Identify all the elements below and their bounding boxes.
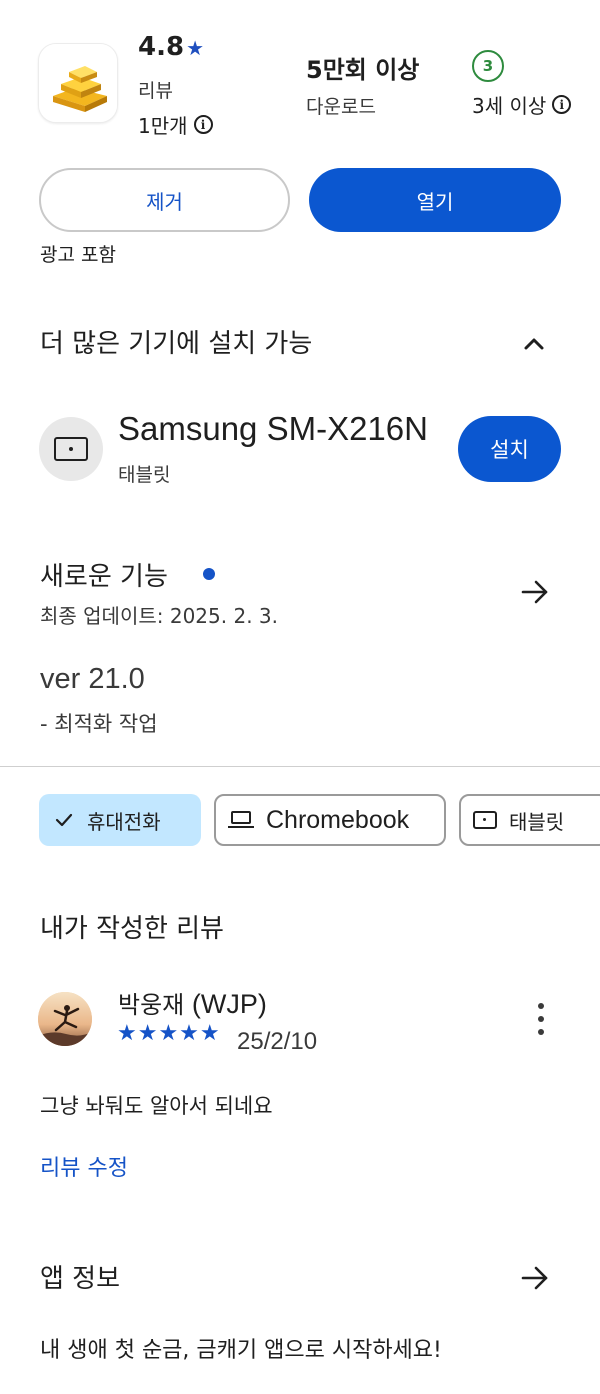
last-updated: 최종 업데이트: 2025. 2. 3. <box>40 604 278 628</box>
downloads-value: 5만회 이상 <box>306 56 420 84</box>
device-type: 태블릿 <box>118 464 171 486</box>
review-stars: ★★★★★ <box>117 1021 221 1046</box>
reviewer-name-korean: 박웅재 <box>118 991 185 1019</box>
rating-value: 4.8 <box>138 32 185 62</box>
reviews-count[interactable]: 1만개 i <box>138 110 213 139</box>
arrow-right-icon[interactable] <box>520 1265 550 1291</box>
install-button[interactable]: 설치 <box>458 416 561 482</box>
gold-bars-icon <box>39 44 117 122</box>
reviewer-name: 박웅재 (WJP) <box>118 985 267 1020</box>
downloads-label: 다운로드 <box>306 96 376 118</box>
version-text: ver 21.0 <box>40 663 145 695</box>
new-indicator-dot <box>203 568 215 580</box>
reviews-count-text: 1만개 <box>138 114 188 138</box>
more-options-icon[interactable] <box>532 1003 550 1035</box>
chip-phone[interactable]: 휴대전화 <box>39 794 201 846</box>
arrow-right-icon[interactable] <box>520 579 550 605</box>
info-icon[interactable]: i <box>552 95 572 114</box>
app-description: 내 생애 첫 순금, 금캐기 앱으로 시작하세요! <box>40 1338 442 1363</box>
age-rating-badge: 3 <box>472 50 504 82</box>
change-note: - 최적화 작업 <box>40 712 158 736</box>
age-rating[interactable]: 3세 이상 i <box>472 90 572 119</box>
chip-tablet[interactable]: 태블릿 <box>459 794 600 846</box>
open-button[interactable]: 열기 <box>309 168 561 232</box>
review-text: 그냥 놔둬도 알아서 되네요 <box>40 1094 273 1118</box>
whats-new-title: 새로운 기능 <box>40 562 168 592</box>
check-icon <box>55 813 73 827</box>
more-devices-title: 더 많은 기기에 설치 가능 <box>40 329 313 359</box>
chip-label: 휴대전화 <box>87 809 161 834</box>
device-avatar <box>39 417 103 481</box>
laptop-icon <box>228 811 254 829</box>
reviewer-name-latin: (WJP) <box>191 989 267 1019</box>
tablet-icon <box>54 437 88 461</box>
section-divider <box>0 766 600 767</box>
age-rating-label: 3세 이상 <box>472 94 547 118</box>
contains-ads-note: 광고 포함 <box>40 244 116 266</box>
device-name: Samsung SM-X216N <box>118 410 428 447</box>
chip-chromebook[interactable]: Chromebook <box>214 794 446 846</box>
age-rating-icon: 3 <box>472 50 504 82</box>
review-date: 25/2/10 <box>237 1028 318 1055</box>
reviews-label: 리뷰 <box>138 80 173 102</box>
app-info-title: 앱 정보 <box>40 1264 121 1294</box>
jumping-person-photo <box>38 992 92 1046</box>
info-icon[interactable]: i <box>193 115 213 134</box>
edit-review-link[interactable]: 리뷰 수정 <box>40 1150 128 1182</box>
uninstall-button[interactable]: 제거 <box>39 168 290 232</box>
chevron-up-icon[interactable] <box>522 335 546 351</box>
tablet-icon <box>473 811 497 829</box>
chip-label: Chromebook <box>266 805 410 834</box>
avatar <box>38 992 92 1046</box>
app-icon <box>38 43 118 123</box>
chip-label: 태블릿 <box>509 809 565 834</box>
my-review-title: 내가 작성한 리뷰 <box>40 914 224 944</box>
star-icon: ★ <box>186 36 204 60</box>
rating-summary: 4.8 ★ <box>138 32 204 62</box>
